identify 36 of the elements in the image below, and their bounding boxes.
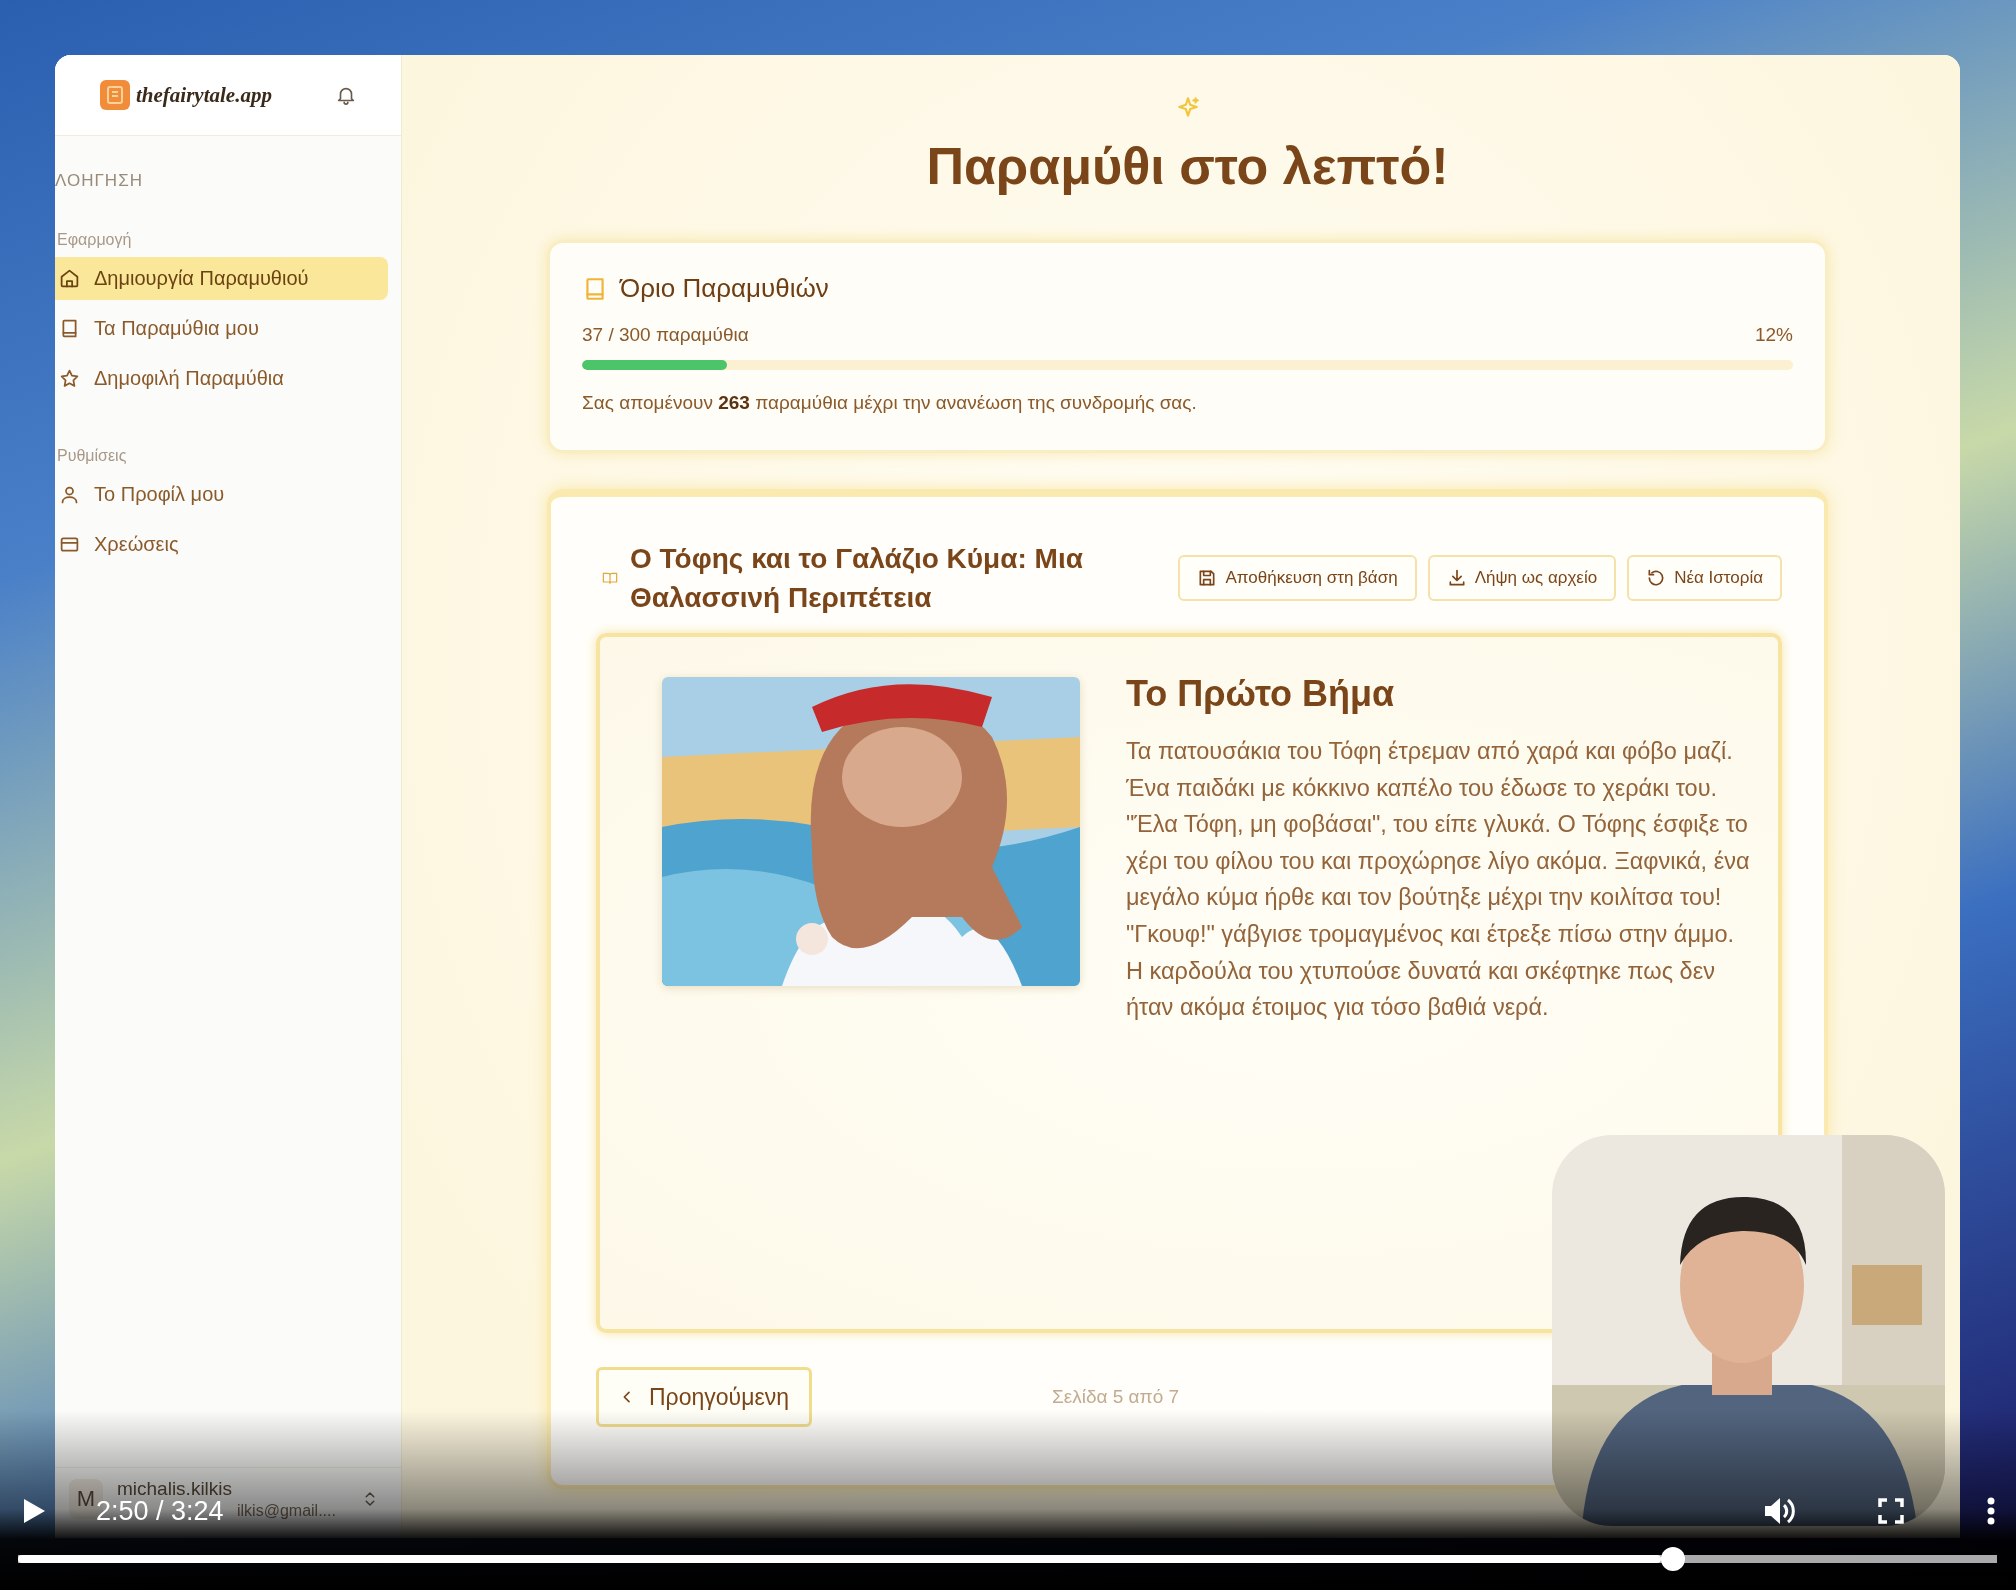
page-title: Παραμύθι στο λεπτό! [925,136,1450,197]
user-name: michalis.kilkis [117,1478,234,1500]
app-logo-text[interactable]: thefairytale.app [136,82,329,108]
section-label: ΛΟΗΓΗΣΗ [55,171,144,191]
save-icon [1197,568,1218,588]
previous-button[interactable]: Προηγούμενη [596,1367,812,1427]
star-icon [59,368,80,389]
usage-percent: 12% [1754,324,1793,346]
usage-note: Σας απομένουν 263 παραμύθια μέχρι την ανανέωση της συνδρομής σας. [582,392,1198,414]
fullscreen-icon[interactable] [1878,1498,1904,1524]
nav-item[interactable]: Χρεώσεις [55,523,388,566]
volume-icon[interactable] [1764,1496,1796,1526]
page-indicator: Σελίδα 5 από 7 [1051,1386,1180,1408]
progress-handle[interactable] [1660,1547,1685,1571]
play-icon[interactable] [22,1498,46,1524]
usage-count: 37 / 300 παραμύθια [582,324,749,346]
home-icon [59,268,80,289]
action-button[interactable]: Νέα Ιστορία [1627,555,1782,601]
book-icon [59,318,80,339]
nav-item[interactable]: Δημιουργία Παραμυθιού [55,257,388,300]
more-icon[interactable] [1986,1497,1996,1525]
group-label: Εφαρμογή [57,231,133,249]
group-label: Ρυθμίσεις [57,447,128,465]
nav-item[interactable]: Το Προφίλ μου [55,473,388,516]
card-title: Όριο Παραμυθιών [620,273,829,304]
user-icon [59,484,80,505]
story-title: Ο Τόφης και το Γαλάζιο Κύμα: Μια Θαλασσινή Περιπέτεια [630,542,1084,615]
action-button[interactable]: Λήψη ως αρχείο [1427,555,1617,601]
action-button[interactable]: Αποθήκευση στη βάση [1178,555,1417,601]
nav-item[interactable]: Τα Παραμύθια μου [55,307,388,350]
user-email: ilkis@gmail.... [237,1502,337,1520]
nav-item[interactable]: Δημοφιλή Παραμύθια [55,357,388,400]
page-heading: Το Πρώτο Βήμα [1126,672,1396,716]
logo-icon [100,80,130,110]
story-paragraph: Τα πατουσάκια του Τόφη έτρεμαν από χαρά και φόβο μαζί. Ένα παιδάκι με κόκκινο καπέλο του έδωσε το χεράκι του. "Έλα Τόφη, μη φοβάσαι", του είπε γλυκά. Ο Τόφης έσφιξε το χέρι του φίλου του και προχώρησε λίγο ακόμα. Ξαφνικά, ένα μεγάλο κύμα ήρθε και τον βούτηξε μέχρι την κοιλίτσα του! "Γκουφ!" γάβγισε τρομαγμένος και έτρεξε πίσω στην άμμο. Η καρδούλα του χτυπούσε δυνατά και σκέφτηκε πως δεν ήταν ακόμα έτοιμος για τόσο βαθιά νερά. [1126,737,1750,1023]
open-book-icon [602,570,618,586]
